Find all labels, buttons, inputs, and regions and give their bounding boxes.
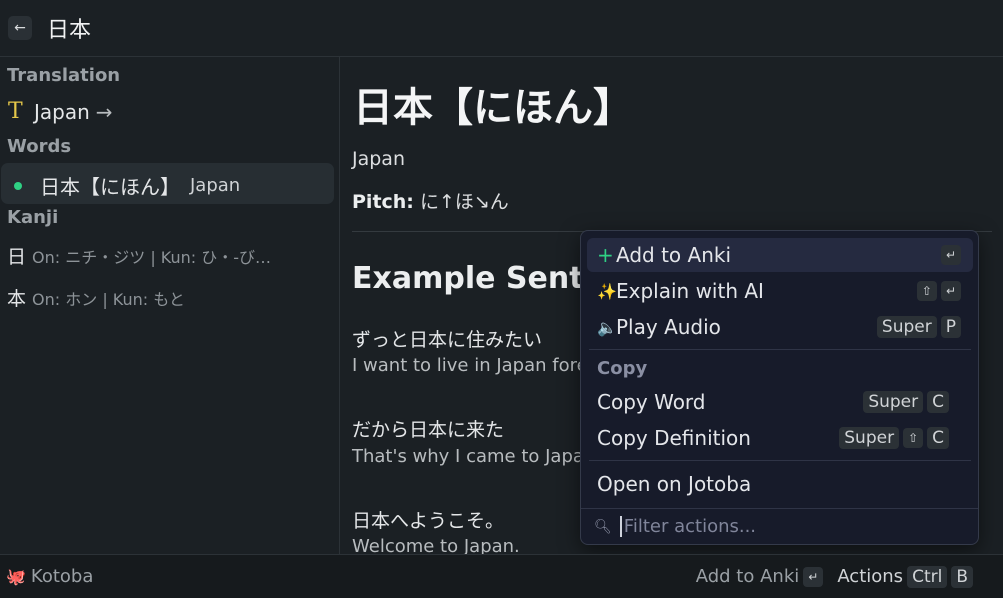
filter-actions-input[interactable] bbox=[619, 516, 960, 537]
c-key: C bbox=[927, 391, 949, 413]
kanji-char: 日 bbox=[7, 246, 27, 268]
plus-icon: + bbox=[597, 243, 614, 267]
example-english: That's why I came to Japan bbox=[352, 446, 596, 467]
super-key: Super bbox=[876, 316, 937, 338]
example-english: Welcome to Japan. bbox=[352, 536, 520, 554]
word-text: 日本【にほん】 bbox=[40, 175, 180, 199]
menu-item-label: Copy Definition bbox=[597, 426, 751, 450]
pitch-value: に↑ほ↘ん bbox=[413, 191, 509, 213]
word-item[interactable]: 日本【にほん】 Japan bbox=[14, 171, 240, 200]
pitch-accent: Pitch: に↑ほ↘ん bbox=[352, 187, 509, 214]
app-name: 🐙 Kotoba bbox=[6, 566, 93, 587]
kanji-readings: On: ホン | Kun: もと bbox=[32, 289, 185, 309]
menu-item-add-to-anki[interactable]: + Add to Anki ↵ bbox=[587, 238, 973, 272]
status-bar: 🐙 Kotoba Add to Anki ↵ Actions Ctrl B bbox=[0, 554, 1003, 598]
speaker-icon: 🔈 bbox=[597, 317, 617, 337]
translation-label: Japan bbox=[34, 99, 90, 124]
arrow-left-icon: ← bbox=[14, 20, 26, 36]
selected-dot-icon bbox=[14, 181, 22, 190]
shift-key-icon: ⇧ bbox=[903, 428, 924, 448]
menu-item-copy-word[interactable]: Copy Word Super C bbox=[581, 385, 967, 419]
super-key: Super bbox=[863, 391, 924, 413]
kanji-item[interactable]: 本 On: ホン | Kun: もと bbox=[7, 284, 185, 311]
search-query[interactable]: 日本 bbox=[47, 12, 91, 44]
word-title: 日本【にほん】 bbox=[353, 85, 633, 131]
enter-key-icon: ↵ bbox=[940, 281, 961, 301]
enter-key-icon: ↵ bbox=[803, 566, 824, 587]
super-key: Super bbox=[839, 427, 900, 449]
example-japanese: だから日本に来た bbox=[352, 419, 505, 441]
example-english: I want to live in Japan forever bbox=[352, 355, 617, 376]
arrow-right-icon: → bbox=[95, 99, 113, 124]
kanji-readings: On: ニチ・ジツ | Kun: ひ・-び… bbox=[32, 247, 272, 267]
menu-item-play-audio[interactable]: 🔈 Play Audio Super P bbox=[587, 310, 973, 344]
search-icon: 🔍︎ bbox=[594, 518, 612, 535]
kanji-char: 本 bbox=[7, 288, 27, 310]
menu-item-copy-definition[interactable]: Copy Definition Super ⇧ C bbox=[581, 421, 967, 455]
actions-button[interactable]: Actions bbox=[837, 566, 903, 587]
menu-divider bbox=[589, 349, 971, 350]
text-t-icon: T bbox=[8, 99, 23, 124]
ctrl-key: Ctrl bbox=[907, 565, 948, 588]
menu-divider bbox=[589, 460, 971, 461]
section-title-words: Words bbox=[7, 136, 72, 157]
word-definition: Japan bbox=[352, 148, 405, 170]
actions-menu: + Add to Anki ↵ ✨ Explain with AI ⇧ ↵ 🔈 … bbox=[580, 230, 979, 545]
menu-item-label: Play Audio bbox=[616, 315, 721, 339]
translation-item[interactable]: T Japan → bbox=[8, 99, 113, 124]
section-title-translation: Translation bbox=[7, 65, 121, 86]
back-button[interactable]: ← bbox=[8, 16, 32, 40]
magic-wand-icon: ✨ bbox=[597, 281, 617, 301]
menu-item-label: Open on Jotoba bbox=[597, 472, 752, 496]
primary-action-button[interactable]: Add to Anki bbox=[696, 566, 800, 587]
example-japanese: 日本へようこそ。 bbox=[352, 510, 505, 532]
menu-item-label: Explain with AI bbox=[616, 279, 764, 303]
b-key: B bbox=[951, 565, 973, 588]
menu-item-open-on-jotoba[interactable]: Open on Jotoba bbox=[581, 467, 967, 501]
app-name-label: Kotoba bbox=[30, 566, 94, 587]
p-key: P bbox=[940, 316, 961, 338]
word-meaning: Japan bbox=[190, 175, 241, 196]
results-sidebar: Translation T Japan → Words 日本【にほん】 Japa… bbox=[0, 57, 340, 554]
menu-item-explain-with-ai[interactable]: ✨ Explain with AI ⇧ ↵ bbox=[587, 274, 973, 308]
shift-key-icon: ⇧ bbox=[916, 281, 937, 301]
pitch-label: Pitch: bbox=[352, 191, 414, 213]
octopus-icon: 🐙 bbox=[6, 567, 26, 586]
menu-item-label: Copy Word bbox=[597, 390, 706, 414]
section-title-kanji: Kanji bbox=[7, 207, 59, 228]
filter-bar: 🔍︎ bbox=[581, 508, 978, 544]
top-bar: ← 日本 bbox=[0, 0, 1003, 57]
kanji-item[interactable]: 日 On: ニチ・ジツ | Kun: ひ・-び… bbox=[7, 242, 271, 269]
menu-section-copy: Copy bbox=[597, 358, 648, 379]
menu-item-label: Add to Anki bbox=[616, 243, 732, 267]
example-japanese: ずっと日本に住みたい bbox=[352, 329, 543, 351]
enter-key-icon: ↵ bbox=[940, 245, 961, 265]
c-key: C bbox=[927, 427, 949, 449]
